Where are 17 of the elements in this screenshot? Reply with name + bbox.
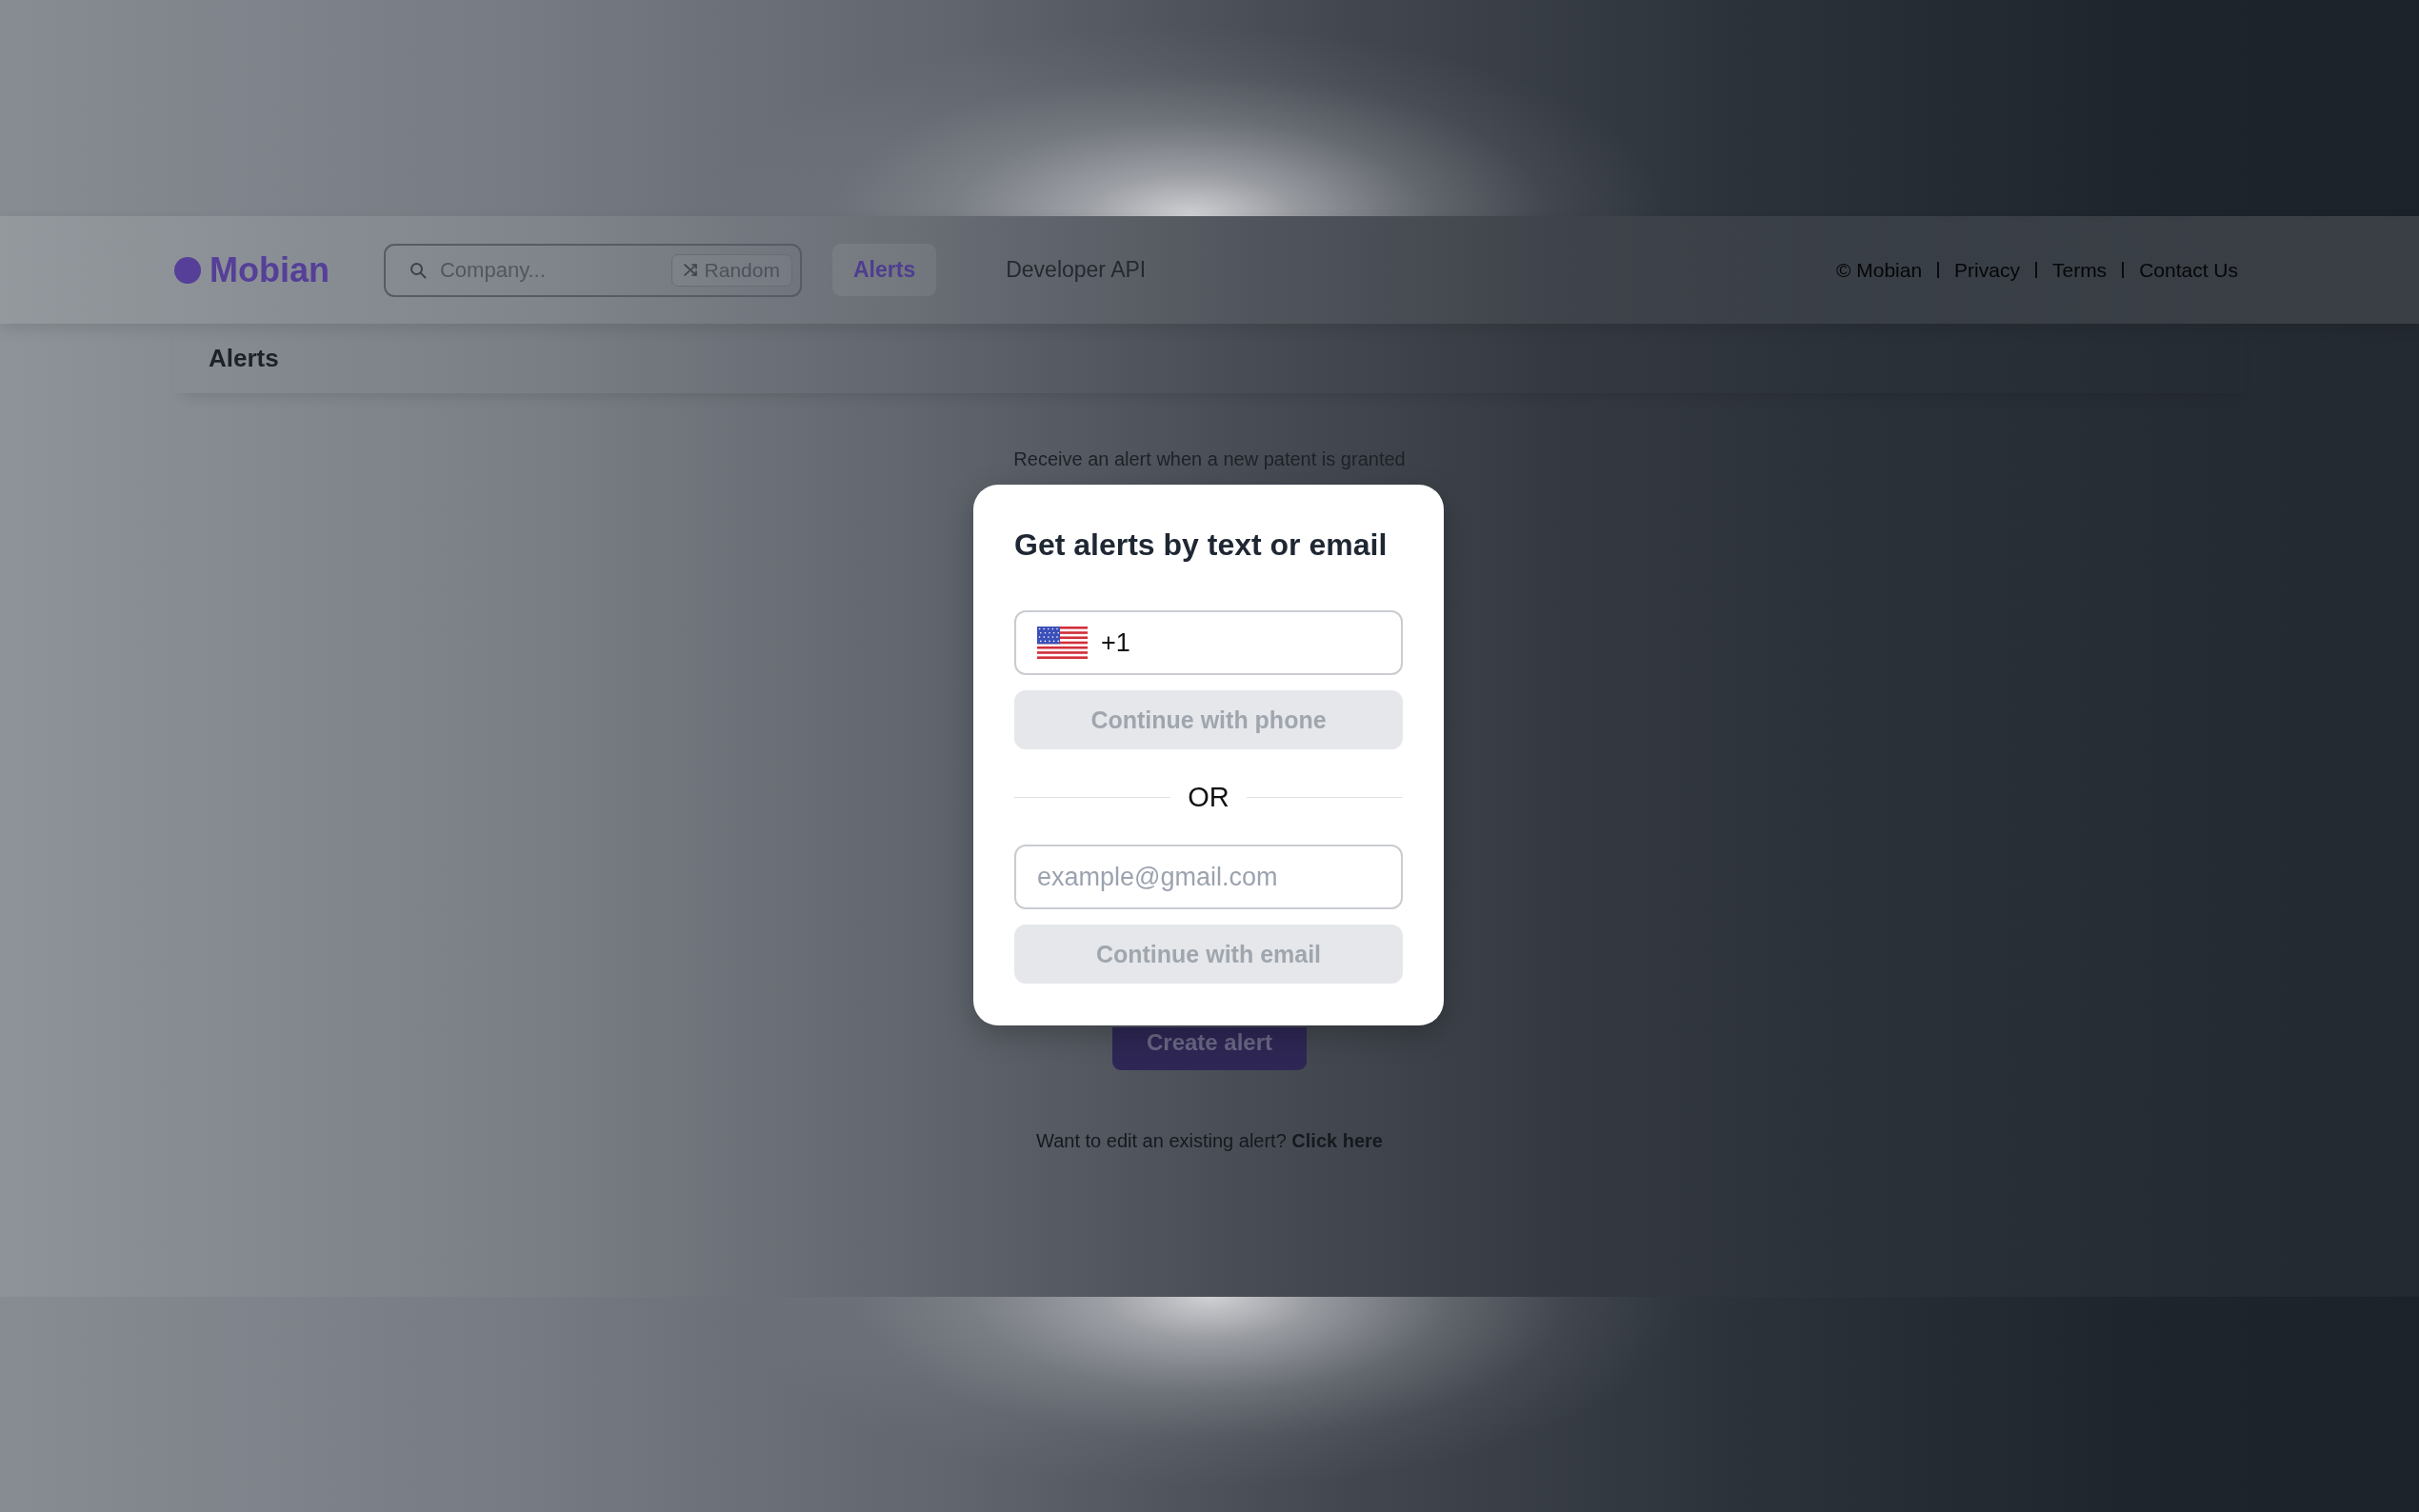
search-icon	[410, 261, 427, 279]
circle-logo-icon	[174, 256, 201, 284]
footer-link[interactable]: Privacy	[1954, 258, 2020, 282]
footer-link[interactable]: Terms	[2051, 258, 2108, 282]
nav-tab[interactable]: Alerts	[832, 244, 937, 296]
logo-link[interactable]: Mobian	[174, 249, 330, 290]
flag-icon	[1037, 627, 1088, 659]
shuffle-icon	[683, 263, 698, 277]
nav-tab[interactable]: Developer API	[985, 244, 1168, 296]
phone-number-field[interactable]: +1	[1014, 610, 1403, 675]
email-field[interactable]: example@gmail.com	[1014, 845, 1403, 909]
create-alert-button[interactable]: Create alert	[1112, 1027, 1307, 1070]
or-divider-text: OR	[1188, 781, 1229, 813]
page-title: Alerts	[209, 344, 279, 373]
dialog-title: Get alerts by text or email	[1014, 527, 1389, 563]
copyright-text: © Mobian	[1835, 258, 1923, 282]
footer-link[interactable]: Contact Us	[2139, 258, 2238, 282]
